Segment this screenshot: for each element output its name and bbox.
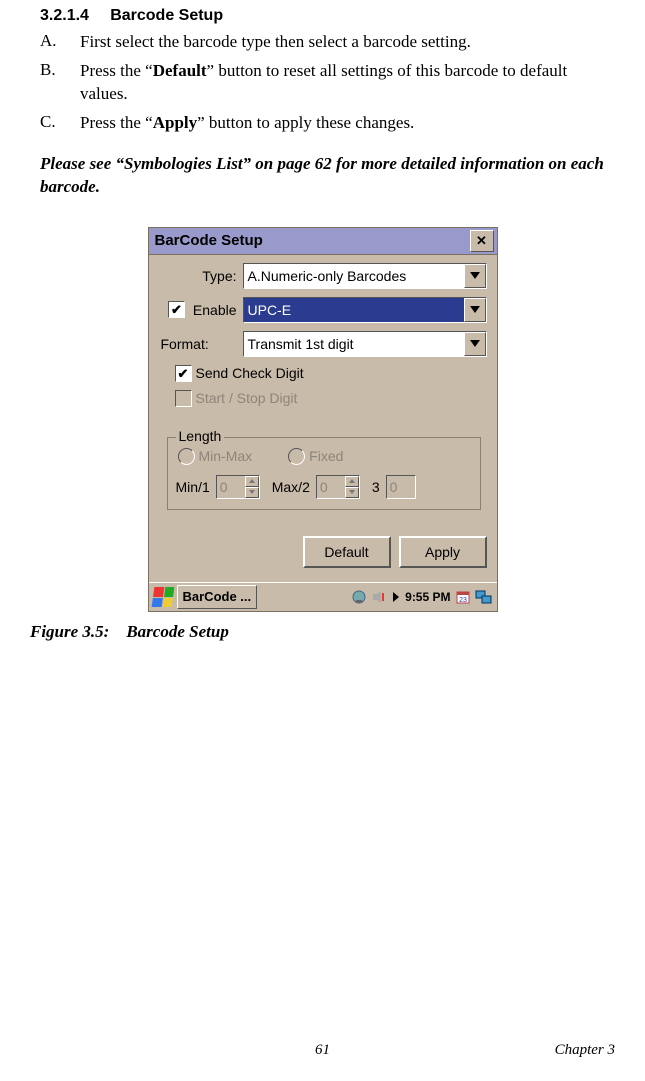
text-post: ” button to apply these changes. bbox=[197, 113, 414, 132]
start-stop-checkbox bbox=[175, 390, 192, 407]
enable-dropdown-button[interactable] bbox=[464, 298, 486, 322]
chevron-down-icon bbox=[249, 490, 255, 494]
send-check-checkbox[interactable]: ✔ bbox=[175, 365, 192, 382]
apply-button-label: Apply bbox=[425, 544, 460, 560]
chevron-down-icon bbox=[470, 306, 480, 313]
format-label: Format: bbox=[161, 336, 243, 352]
chevron-up-icon bbox=[249, 479, 255, 483]
default-button[interactable]: Default bbox=[303, 536, 391, 568]
close-button[interactable]: ✕ bbox=[470, 230, 494, 252]
reference-note: Please see “Symbologies List” on page 62… bbox=[40, 153, 605, 199]
taskbar: BarCode ... 9:55 PM 23 bbox=[149, 582, 497, 611]
length-group: Length Min-Max Fixed Min/1 0 bbox=[167, 437, 481, 510]
text-bold: Apply bbox=[153, 113, 197, 132]
text-pre: Press the “ bbox=[80, 113, 153, 132]
volume-icon bbox=[371, 589, 387, 605]
section-title: Barcode Setup bbox=[110, 7, 223, 24]
list-letter: A. bbox=[40, 31, 80, 54]
figure-caption: Figure 3.5: Barcode Setup bbox=[30, 622, 615, 642]
start-button[interactable] bbox=[151, 587, 174, 607]
three-label: 3 bbox=[372, 479, 380, 495]
format-combo[interactable]: Transmit 1st digit bbox=[243, 331, 487, 357]
chevron-down-icon bbox=[470, 272, 480, 279]
enable-label: Enable bbox=[193, 302, 237, 318]
page-footer: 61 Chapter 3 bbox=[0, 1042, 645, 1059]
type-dropdown-button[interactable] bbox=[464, 264, 486, 288]
list-text: Press the “Default” button to reset all … bbox=[80, 60, 615, 106]
list-item-a: A. First select the barcode type then se… bbox=[40, 31, 615, 54]
taskbar-app[interactable]: BarCode ... bbox=[177, 585, 258, 609]
format-value: Transmit 1st digit bbox=[244, 332, 464, 356]
section-number: 3.2.1.4 bbox=[40, 7, 89, 24]
minmax-label: Min-Max bbox=[199, 448, 253, 464]
max-up-button bbox=[345, 476, 359, 487]
page-number: 61 bbox=[315, 1042, 330, 1059]
svg-text:23: 23 bbox=[459, 597, 467, 604]
min-label: Min/1 bbox=[176, 479, 210, 495]
titlebar: BarCode Setup ✕ bbox=[149, 228, 497, 255]
enable-combo[interactable]: UPC-E bbox=[243, 297, 487, 323]
fixed-label: Fixed bbox=[309, 448, 343, 464]
list-letter: C. bbox=[40, 112, 80, 135]
close-icon: ✕ bbox=[476, 233, 487, 249]
min-up-button bbox=[245, 476, 259, 487]
type-label: Type: bbox=[161, 268, 243, 284]
list-text: First select the barcode type then selec… bbox=[80, 31, 615, 54]
chevron-up-icon bbox=[349, 479, 355, 483]
chevron-down-icon bbox=[349, 490, 355, 494]
fixed-radio bbox=[288, 448, 305, 465]
max-down-button bbox=[345, 487, 359, 498]
list-item-c: C. Press the “Apply” button to apply the… bbox=[40, 112, 615, 135]
enable-value: UPC-E bbox=[244, 298, 464, 322]
window-title: BarCode Setup bbox=[155, 232, 470, 249]
min-value: 0 bbox=[217, 476, 245, 498]
chevron-down-icon bbox=[470, 340, 480, 347]
max-label: Max/2 bbox=[272, 479, 310, 495]
minmax-radio-item: Min-Max bbox=[178, 448, 253, 465]
barcode-setup-window: BarCode Setup ✕ Type: A.Numeric-only Bar… bbox=[148, 227, 498, 612]
list-text: Press the “Apply” button to apply these … bbox=[80, 112, 615, 135]
clock: 9:55 PM bbox=[405, 590, 450, 604]
type-value: A.Numeric-only Barcodes bbox=[244, 264, 464, 288]
text-pre: Press the “ bbox=[80, 61, 153, 80]
minmax-radio bbox=[178, 448, 195, 465]
checkmark-icon: ✔ bbox=[171, 303, 182, 316]
figure-text: Barcode Setup bbox=[126, 622, 228, 641]
arrow-right-icon bbox=[391, 589, 401, 605]
length-group-label: Length bbox=[176, 428, 225, 444]
list-item-b: B. Press the “Default” button to reset a… bbox=[40, 60, 615, 106]
checkmark-icon: ✔ bbox=[178, 367, 189, 380]
start-stop-label: Start / Stop Digit bbox=[196, 390, 298, 406]
type-combo[interactable]: A.Numeric-only Barcodes bbox=[243, 263, 487, 289]
default-button-label: Default bbox=[324, 544, 368, 560]
min-spinner: 0 bbox=[216, 475, 260, 499]
figure-prefix: Figure 3.5: bbox=[30, 622, 109, 641]
section-heading: 3.2.1.4 Barcode Setup bbox=[30, 5, 615, 25]
calendar-icon: 23 bbox=[455, 589, 471, 605]
max-spinner: 0 bbox=[316, 475, 360, 499]
three-value: 0 bbox=[387, 476, 415, 498]
max-value: 0 bbox=[317, 476, 345, 498]
chapter-label: Chapter 3 bbox=[555, 1042, 615, 1059]
format-dropdown-button[interactable] bbox=[464, 332, 486, 356]
send-check-label: Send Check Digit bbox=[196, 365, 304, 381]
list-letter: B. bbox=[40, 60, 80, 106]
three-field: 0 bbox=[386, 475, 416, 499]
network-icon bbox=[351, 589, 367, 605]
apply-button[interactable]: Apply bbox=[399, 536, 487, 568]
fixed-radio-item: Fixed bbox=[288, 448, 343, 465]
enable-checkbox[interactable]: ✔ bbox=[168, 301, 185, 318]
desktop-icon bbox=[475, 589, 493, 605]
text-bold: Default bbox=[153, 61, 207, 80]
min-down-button bbox=[245, 487, 259, 498]
taskbar-app-label: BarCode ... bbox=[183, 589, 252, 604]
